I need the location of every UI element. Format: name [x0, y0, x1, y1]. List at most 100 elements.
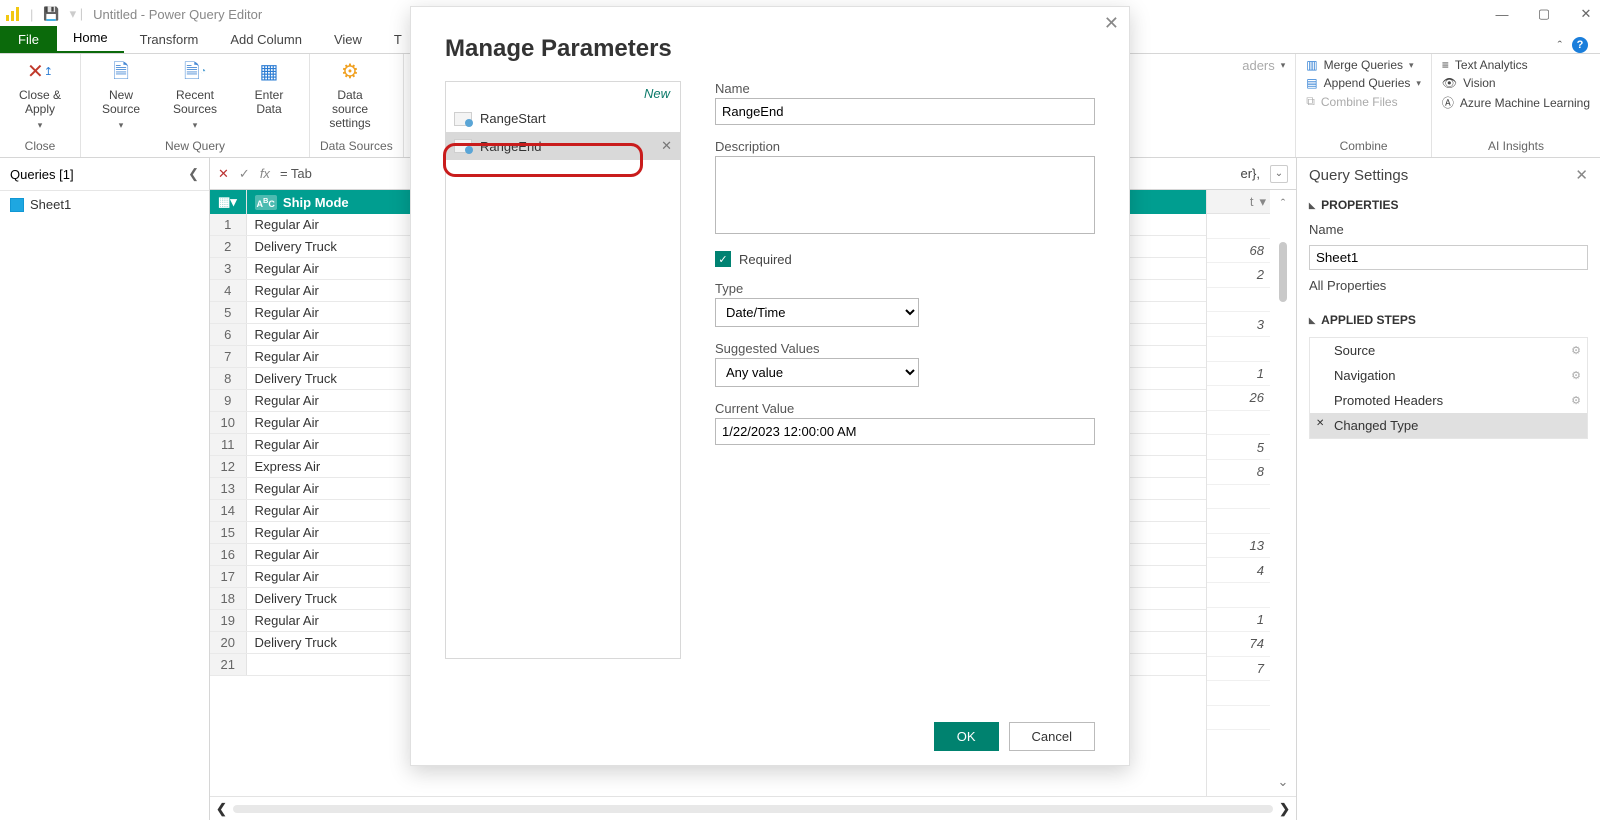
close-window-button[interactable]: ✕	[1578, 6, 1594, 22]
step-gear-icon[interactable]: ⚙	[1571, 344, 1581, 357]
collapse-ribbon-icon[interactable]: ˆ	[1558, 38, 1562, 53]
name-field-label: Name	[715, 81, 1095, 96]
param-label: RangeStart	[480, 111, 546, 126]
recent-sources-icon: 🗎◔	[181, 58, 209, 86]
ok-button[interactable]: OK	[934, 722, 999, 751]
step-gear-icon[interactable]: ⚙	[1571, 394, 1581, 407]
applied-step[interactable]: Changed Type	[1310, 413, 1587, 438]
commit-formula-icon[interactable]: ✓	[239, 166, 250, 182]
vision-icon: 👁	[1442, 76, 1457, 90]
new-source-button[interactable]: 🗎New Source	[91, 58, 151, 132]
tab-transform[interactable]: Transform	[124, 27, 215, 53]
param-item-rangestart[interactable]: RangeStart	[446, 105, 680, 132]
required-checkbox[interactable]: ✓ Required	[715, 251, 1095, 267]
text-analytics-button[interactable]: ≡Text Analytics	[1442, 58, 1590, 72]
append-queries-button[interactable]: ▤Append Queries	[1306, 76, 1421, 90]
applied-steps-list: Source⚙Navigation⚙Promoted Headers⚙Chang…	[1309, 337, 1588, 439]
row-number: 1	[210, 214, 246, 236]
param-type-select[interactable]: Date/Time	[715, 298, 919, 327]
param-description-input[interactable]	[715, 156, 1095, 234]
scroll-up-icon[interactable]: ˆ	[1281, 196, 1285, 211]
param-item-rangeend[interactable]: RangeEnd ✕	[446, 132, 680, 160]
parameter-form: Name Description ✓ Required Type Date/Ti…	[715, 81, 1095, 659]
scroll-left-icon[interactable]: ❮	[216, 801, 227, 817]
vision-button[interactable]: 👁Vision	[1442, 76, 1590, 90]
scroll-right-icon[interactable]: ❯	[1279, 801, 1290, 817]
vertical-scrollbar[interactable]: ˆ ⌄	[1270, 190, 1296, 796]
tab-add-column[interactable]: Add Column	[214, 27, 318, 53]
close-apply-button[interactable]: ✕↥ Close & Apply	[10, 58, 70, 132]
partial-cell: 1	[1207, 362, 1270, 387]
applied-step[interactable]: Source⚙	[1310, 338, 1587, 363]
data-source-settings-button[interactable]: ⚙Data source settings	[320, 58, 380, 130]
partial-cell: 74	[1207, 632, 1270, 657]
new-source-icon: 🗎	[107, 58, 135, 86]
queries-title: Queries [1]	[10, 167, 74, 182]
merge-icon: ▥	[1306, 58, 1317, 72]
enter-data-button[interactable]: ▦Enter Data	[239, 58, 299, 116]
text-analytics-icon: ≡	[1442, 58, 1449, 72]
minimize-button[interactable]: —	[1494, 7, 1510, 22]
filter-icon[interactable]: ▾	[1259, 194, 1266, 210]
row-number: 11	[210, 434, 246, 456]
partial-cell: 2	[1207, 263, 1270, 288]
tab-home[interactable]: Home	[57, 25, 124, 53]
merge-queries-button[interactable]: ▥Merge Queries	[1306, 58, 1421, 72]
applied-step[interactable]: Navigation⚙	[1310, 363, 1587, 388]
collapse-queries-icon[interactable]: ❮	[188, 166, 199, 182]
applied-step[interactable]: Promoted Headers⚙	[1310, 388, 1587, 413]
save-icon[interactable]: 💾	[43, 6, 59, 22]
use-headers-button[interactable]: aders	[1242, 58, 1285, 73]
partial-cell: 3	[1207, 312, 1270, 337]
close-settings-icon[interactable]: ✕	[1575, 166, 1588, 184]
query-item-label: Sheet1	[30, 197, 71, 212]
partial-cell	[1207, 706, 1270, 731]
partial-cell	[1207, 411, 1270, 436]
param-current-value-input[interactable]	[715, 418, 1095, 445]
query-name-input[interactable]	[1309, 245, 1588, 270]
partial-cell	[1207, 288, 1270, 313]
tab-file[interactable]: File	[0, 26, 57, 53]
group-close-label: Close	[10, 139, 70, 155]
delete-param-icon[interactable]: ✕	[661, 138, 672, 154]
tab-view[interactable]: View	[318, 27, 378, 53]
applied-steps-header[interactable]: APPLIED STEPS	[1297, 307, 1600, 333]
row-number: 8	[210, 368, 246, 390]
row-number: 10	[210, 412, 246, 434]
datatype-icon[interactable]: ABC	[255, 195, 277, 210]
query-item-sheet1[interactable]: Sheet1	[0, 191, 209, 218]
partial-cell	[1207, 214, 1270, 239]
formula-dropdown-icon[interactable]: ⌄	[1270, 165, 1288, 183]
fx-icon[interactable]: fx	[260, 166, 270, 181]
new-parameter-link[interactable]: New	[446, 82, 680, 105]
maximize-button[interactable]: ▢	[1536, 6, 1552, 22]
cancel-formula-icon[interactable]: ✕	[218, 166, 229, 182]
param-name-input[interactable]	[715, 98, 1095, 125]
formula-tail: er},	[1240, 166, 1260, 181]
row-number: 14	[210, 500, 246, 522]
combine-icon: ⧉	[1306, 94, 1315, 109]
param-suggested-select[interactable]: Any value	[715, 358, 919, 387]
all-properties-link[interactable]: All Properties	[1297, 274, 1600, 297]
recent-sources-button[interactable]: 🗎◔Recent Sources	[165, 58, 225, 132]
table-corner[interactable]: ▦▾	[210, 190, 246, 214]
scroll-down-icon[interactable]: ⌄	[1278, 774, 1289, 790]
horizontal-scrollbar[interactable]: ❮ ❯	[210, 796, 1296, 820]
description-field-label: Description	[715, 139, 1095, 154]
query-settings-panel: Query Settings ✕ PROPERTIES Name All Pro…	[1296, 158, 1600, 820]
step-gear-icon[interactable]: ⚙	[1571, 369, 1581, 382]
help-icon[interactable]: ?	[1572, 37, 1588, 53]
properties-section-header[interactable]: PROPERTIES	[1297, 192, 1600, 218]
aml-button[interactable]: ⒶAzure Machine Learning	[1442, 94, 1590, 111]
required-label: Required	[739, 252, 792, 267]
gear-icon: ⚙	[336, 58, 364, 86]
cancel-button[interactable]: Cancel	[1009, 722, 1095, 751]
type-field-label: Type	[715, 281, 1095, 296]
parameter-icon	[454, 139, 472, 153]
dialog-close-button[interactable]: ✕	[1104, 13, 1119, 34]
scroll-thumb[interactable]	[1279, 242, 1287, 302]
window-title: Untitled - Power Query Editor	[93, 7, 262, 22]
parameter-list: New RangeStart RangeEnd ✕	[445, 81, 681, 659]
row-number: 17	[210, 566, 246, 588]
checkbox-icon: ✓	[715, 251, 731, 267]
